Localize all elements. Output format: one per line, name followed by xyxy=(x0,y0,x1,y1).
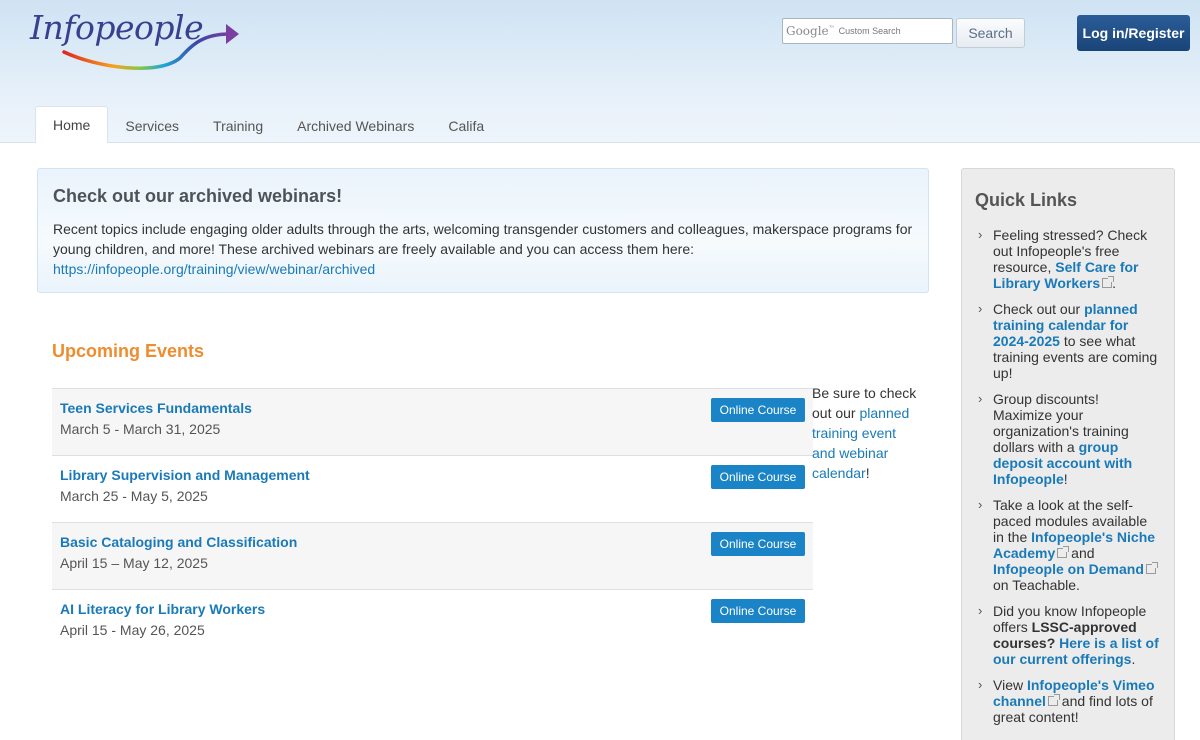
quick-link-item: › Did you know Infopeople offers LSSC-app… xyxy=(975,603,1161,667)
event-dates: April 15 – May 12, 2025 xyxy=(60,555,208,571)
chevron-right-icon: › xyxy=(978,603,983,618)
search-placeholder: Custom Search xyxy=(838,26,901,36)
calendar-note: Be sure to check out our planned trainin… xyxy=(812,383,922,483)
event-row: Library Supervision and Management March … xyxy=(52,455,813,522)
quick-link-item: › Feeling stressed? Check out Infopeople'… xyxy=(975,227,1161,291)
login-register-button[interactable]: Log in/Register xyxy=(1077,15,1190,51)
event-title-link[interactable]: Basic Cataloging and Classification xyxy=(60,534,805,550)
event-title-link[interactable]: Library Supervision and Management xyxy=(60,467,805,483)
calendar-note-end: ! xyxy=(865,465,870,481)
event-dates: March 5 - March 31, 2025 xyxy=(60,421,221,437)
tab-services[interactable]: Services xyxy=(108,106,196,143)
event-row: Teen Services Fundamentals March 5 - Marc… xyxy=(52,388,813,455)
quick-link-item: › Group discounts! Maximize your organiza… xyxy=(975,391,1161,487)
search-button[interactable]: Search xyxy=(956,18,1025,48)
chevron-right-icon: › xyxy=(978,391,983,406)
tab-califa[interactable]: Califa xyxy=(431,106,501,143)
quick-links-list: › Feeling stressed? Check out Infopeople'… xyxy=(975,227,1161,725)
event-row: AI Literacy for Library Workers April 15 … xyxy=(52,589,813,656)
chevron-right-icon: › xyxy=(978,301,983,316)
quick-link[interactable]: Infopeople on Demand xyxy=(993,561,1144,577)
tab-home[interactable]: Home xyxy=(35,106,109,143)
external-link-icon xyxy=(1057,546,1070,558)
archived-webinars-link[interactable]: https://infopeople.org/training/view/web… xyxy=(53,261,375,277)
event-title-link[interactable]: Teen Services Fundamentals xyxy=(60,400,805,416)
external-link-icon xyxy=(1047,694,1060,706)
quick-links-panel: Quick Links › Feeling stressed? Check out… xyxy=(961,168,1175,740)
notice-text: Recent topics include engaging older adu… xyxy=(53,221,913,257)
notice-body: Recent topics include engaging older adu… xyxy=(53,219,913,279)
quick-links-title: Quick Links xyxy=(975,190,1078,210)
notice-title: Check out our archived webinars! xyxy=(53,186,343,206)
chevron-right-icon: › xyxy=(978,227,983,242)
event-title-link[interactable]: AI Literacy for Library Workers xyxy=(60,601,805,617)
main-nav: Home Services Training Archived Webinars… xyxy=(35,106,501,143)
google-logo: Google™ xyxy=(786,24,835,38)
external-link-icon xyxy=(1145,562,1158,574)
quick-link-text: View xyxy=(993,677,1027,693)
quick-link-text: ! xyxy=(1063,471,1068,487)
quick-link-text: Check out our xyxy=(993,301,1085,317)
tab-archived-webinars[interactable]: Archived Webinars xyxy=(280,106,431,143)
chevron-right-icon: › xyxy=(978,497,983,512)
external-link-icon xyxy=(1102,276,1115,288)
chevron-right-icon: › xyxy=(978,677,983,692)
online-course-badge[interactable]: Online Course xyxy=(711,532,805,556)
online-course-badge[interactable]: Online Course xyxy=(711,465,805,489)
upcoming-events-heading: Upcoming Events xyxy=(52,341,205,361)
search-input[interactable]: Google™ Custom Search xyxy=(782,18,953,44)
site-header: Infopeople Google™ Custom Search Search … xyxy=(0,0,1200,143)
quick-link-item: › Take a look at the self-paced modules a… xyxy=(975,497,1161,593)
quick-link-text: on Teachable. xyxy=(993,577,1080,593)
quick-link-item: › View Infopeople's Vimeo channel and fin… xyxy=(975,677,1161,725)
quick-link-text: and xyxy=(1067,545,1095,561)
events-list: Teen Services Fundamentals March 5 - Marc… xyxy=(52,388,813,656)
quick-link-text: . xyxy=(1131,651,1136,667)
event-row: Basic Cataloging and Classification April… xyxy=(52,522,813,589)
archived-webinars-notice: Check out our archived webinars! Recent … xyxy=(37,168,929,293)
online-course-badge[interactable]: Online Course xyxy=(711,599,805,623)
quick-link-item: › Check out our planned training calendar… xyxy=(975,301,1161,381)
online-course-badge[interactable]: Online Course xyxy=(711,398,805,422)
event-dates: March 25 - May 5, 2025 xyxy=(60,488,208,504)
event-dates: April 15 - May 26, 2025 xyxy=(60,622,205,638)
infopeople-logo[interactable]: Infopeople xyxy=(28,6,243,76)
tab-training[interactable]: Training xyxy=(196,106,280,143)
logo-swoosh-arrow-icon xyxy=(62,24,239,71)
